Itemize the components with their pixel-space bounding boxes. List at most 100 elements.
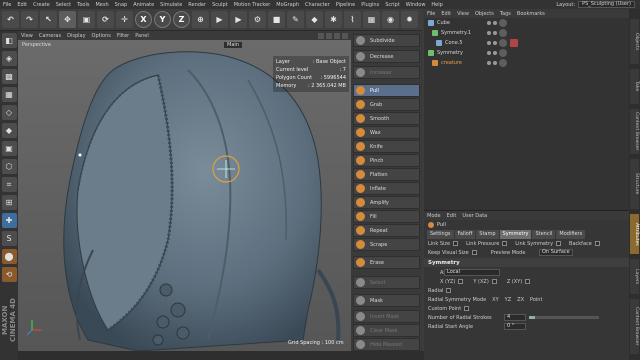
solo-icon[interactable]: S — [1, 231, 17, 246]
coordinate-system-icon[interactable]: ⊕ — [192, 11, 209, 28]
radial-strokes-slider[interactable] — [529, 316, 599, 319]
render-picture-viewer-icon[interactable]: ▶ — [230, 11, 247, 28]
symmetry-section[interactable]: Symmetry — [424, 258, 629, 267]
pen-icon[interactable]: ✎ — [287, 11, 304, 28]
radial-angle-field[interactable]: 0 ° — [504, 323, 526, 330]
brush-decrease[interactable]: Decrease — [353, 50, 420, 63]
om-menu-tags[interactable]: Tags — [497, 11, 514, 17]
object-row[interactable]: Symmetry — [424, 48, 629, 58]
brush-grab[interactable]: Grab — [353, 98, 420, 111]
object-row[interactable]: Cube — [424, 18, 629, 28]
tab-falloff[interactable]: Falloff — [454, 230, 476, 239]
brush-erase[interactable]: Erase — [353, 256, 420, 269]
om-menu-edit[interactable]: Edit — [438, 11, 454, 17]
brush-hide-masked[interactable]: Hide Masked — [353, 338, 420, 351]
paint-icon[interactable]: ⬤ — [1, 249, 17, 264]
visibility-dots[interactable] — [487, 51, 497, 55]
visibility-dots[interactable] — [487, 61, 497, 65]
brush-flatten[interactable]: Flatten — [353, 168, 420, 181]
visibility-dots[interactable] — [487, 41, 497, 45]
render-visibility-dot[interactable] — [493, 21, 497, 25]
side-tab-objects[interactable]: Objects — [630, 19, 639, 64]
link-option-checkbox[interactable] — [556, 241, 562, 246]
brush-knife[interactable]: Knife — [353, 140, 420, 153]
floor-icon[interactable]: ▦ — [363, 11, 380, 28]
tab-stencil[interactable]: Stencil — [532, 230, 556, 239]
layout-selector[interactable]: Layout: PS_Sculpting (User) — [553, 1, 640, 8]
attr-menu-mode[interactable]: Mode — [424, 213, 444, 219]
make-editable-icon[interactable]: ◧ — [1, 33, 17, 48]
menu-mesh[interactable]: Mesh — [92, 2, 111, 8]
y-axis-lock[interactable]: Y — [154, 11, 171, 28]
viewport-nav-icons[interactable] — [318, 32, 351, 39]
render-view-icon[interactable]: ▶ — [211, 11, 228, 28]
material-tag[interactable] — [499, 39, 507, 47]
brush-clear-mask[interactable]: Clear Mask — [353, 324, 420, 337]
radial-mode-option[interactable]: XY — [492, 297, 498, 303]
viewport[interactable]: Perspective Main Layer: Base Object Curre… — [18, 40, 351, 351]
live-select-icon[interactable]: ↖ — [40, 11, 57, 28]
edges-mode-icon[interactable]: ◆ — [1, 123, 17, 138]
link-option-checkbox[interactable] — [502, 241, 508, 246]
radial-mode-option[interactable]: Point — [530, 297, 542, 303]
link-option-checkbox[interactable] — [594, 241, 600, 246]
axis-option-checkbox[interactable] — [458, 279, 464, 284]
radial-checkbox[interactable] — [446, 288, 452, 293]
brush-subdivide[interactable]: Subdivide — [353, 34, 420, 47]
om-menu-objects[interactable]: Objects — [472, 11, 497, 17]
axis-mode-icon[interactable]: ⌗ — [1, 177, 17, 192]
menu-mograph[interactable]: MoGraph — [273, 2, 302, 8]
uv-icon[interactable]: ⬡ — [1, 159, 17, 174]
menu-pipeline[interactable]: Pipeline — [333, 2, 359, 8]
brush-mask[interactable]: Mask — [353, 294, 420, 307]
editor-visibility-dot[interactable] — [487, 41, 491, 45]
zoom-icon[interactable] — [326, 32, 332, 39]
pan-icon[interactable] — [318, 32, 324, 39]
editor-visibility-dot[interactable] — [487, 51, 491, 55]
tab-stamp[interactable]: Stamp — [476, 230, 499, 239]
menu-tools[interactable]: Tools — [74, 2, 92, 8]
om-menu-bookmarks[interactable]: Bookmarks — [514, 11, 548, 17]
viewport-menu-view[interactable]: View — [18, 33, 36, 39]
object-row[interactable]: Cone.5 — [424, 38, 629, 48]
side-tab-take[interactable]: Take — [630, 69, 639, 104]
render-visibility-dot[interactable] — [493, 41, 497, 45]
side-tab-content-browser[interactable]: Content Browser — [630, 109, 639, 154]
polygons-mode-icon[interactable]: ▣ — [1, 141, 17, 156]
lock-workplane-icon[interactable]: ⟲ — [1, 267, 17, 282]
brush-scrape[interactable]: Scrape — [353, 238, 420, 251]
preview-mode-select[interactable]: On Surface — [539, 249, 573, 256]
phong-tag[interactable] — [510, 39, 518, 47]
menu-window[interactable]: Window — [403, 2, 429, 8]
menu-edit[interactable]: Edit — [14, 2, 30, 8]
viewport-menu-panel[interactable]: Panel — [132, 33, 152, 39]
object-row[interactable]: Symmetry.1 — [424, 28, 629, 38]
editor-visibility-dot[interactable] — [487, 31, 491, 35]
visibility-dots[interactable] — [487, 21, 497, 25]
brush-invert-mask[interactable]: Invert Mask — [353, 310, 420, 323]
brush-smooth[interactable]: Smooth — [353, 112, 420, 125]
brush-pinch[interactable]: Pinch — [353, 154, 420, 167]
axis-option-checkbox[interactable] — [491, 279, 497, 284]
x-axis-lock[interactable]: X — [135, 11, 152, 28]
radial-mode-option[interactable]: YZ — [505, 297, 511, 303]
workplane-icon[interactable]: ▦ — [1, 87, 17, 102]
move-icon[interactable]: ✥ — [59, 11, 76, 28]
axis-select[interactable]: Local — [444, 269, 500, 276]
custom-point-checkbox[interactable] — [464, 306, 470, 311]
tab-symmetry[interactable]: Symmetry — [499, 230, 532, 239]
rotate-icon[interactable]: ⟳ — [97, 11, 114, 28]
axis-option-checkbox[interactable] — [525, 279, 531, 284]
render-settings-icon[interactable]: ⚙ — [249, 11, 266, 28]
radial-strokes-field[interactable]: 4 — [504, 314, 526, 321]
texture-mode-icon[interactable]: ▩ — [1, 69, 17, 84]
om-menu-file[interactable]: File — [424, 11, 438, 17]
material-tag[interactable] — [499, 29, 507, 37]
menu-script[interactable]: Script — [382, 2, 403, 8]
menu-character[interactable]: Character — [302, 2, 333, 8]
brush-wax[interactable]: Wax — [353, 126, 420, 139]
link-option-checkbox[interactable] — [453, 241, 459, 246]
render-visibility-dot[interactable] — [493, 51, 497, 55]
brush-amplify[interactable]: Amplify — [353, 196, 420, 209]
cube-icon[interactable]: ■ — [268, 11, 285, 28]
